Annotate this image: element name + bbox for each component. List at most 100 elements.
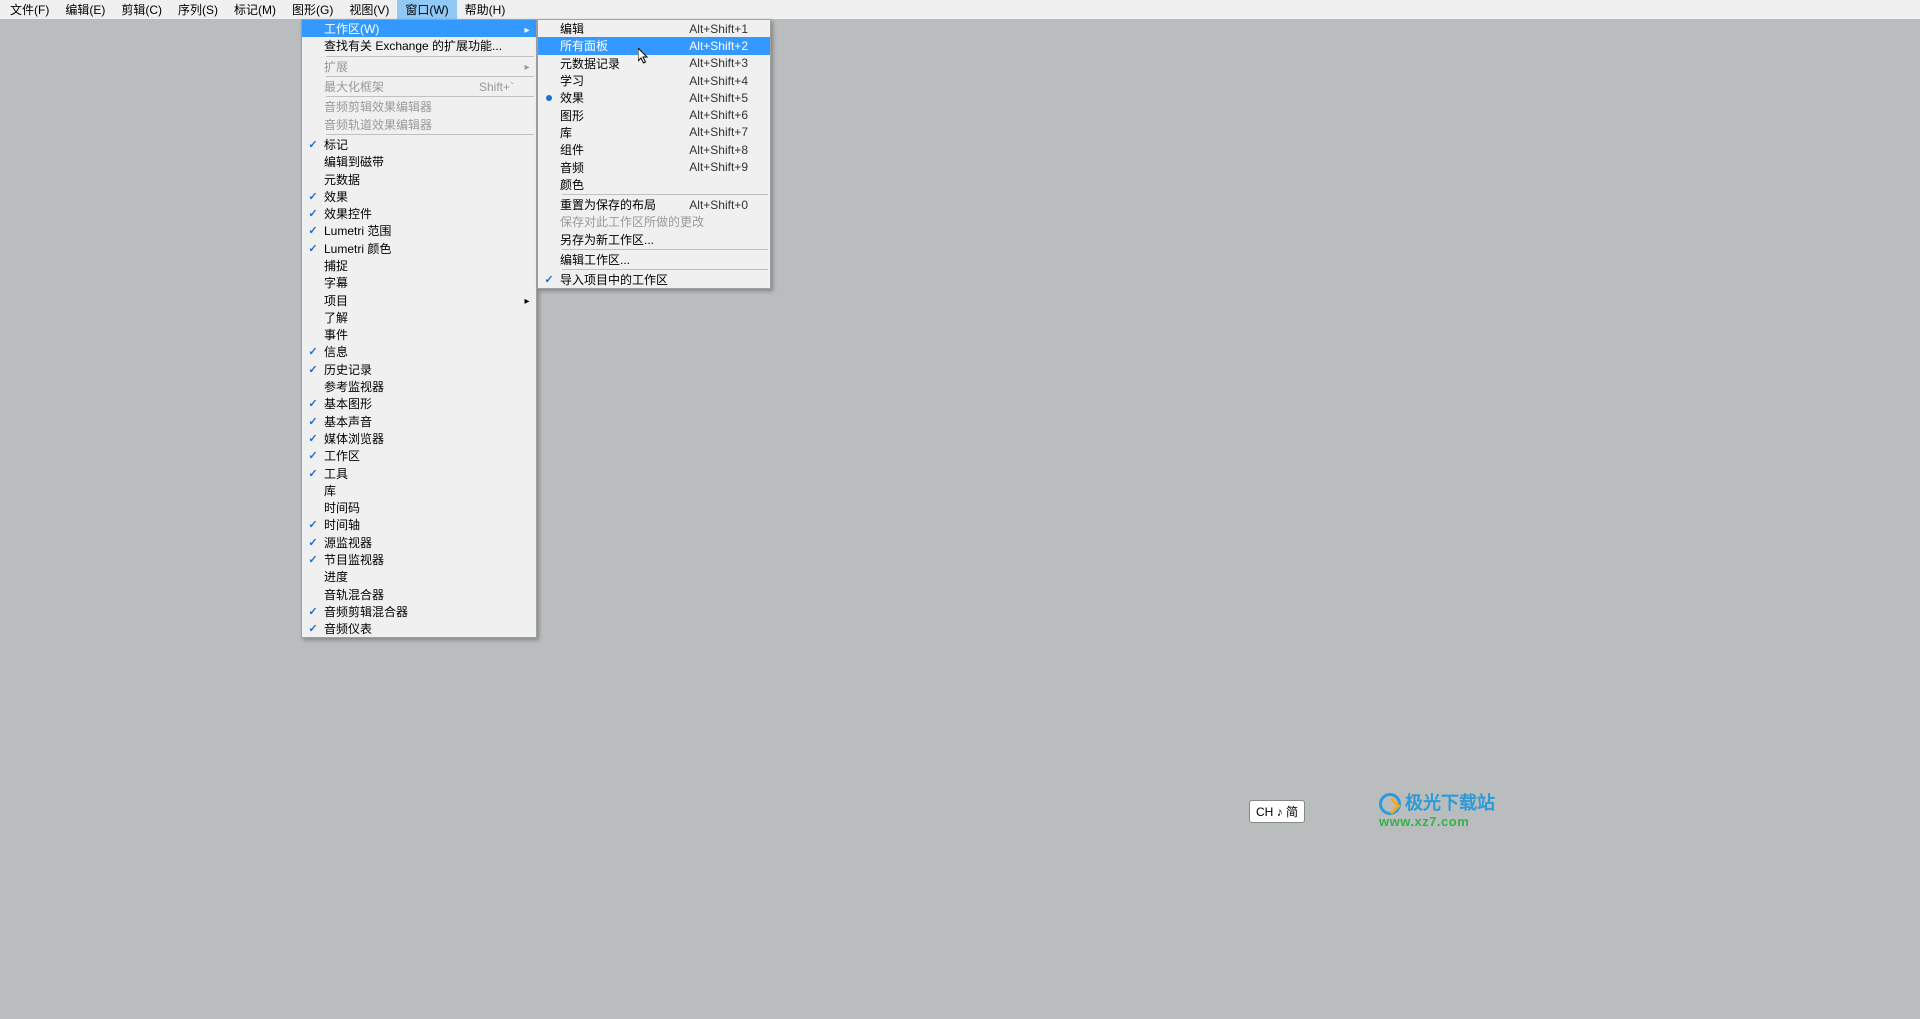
workspace-submenu: 编辑Alt+Shift+1所有面板Alt+Shift+2元数据记录Alt+Shi… xyxy=(537,19,771,289)
window-menu-item[interactable]: Lumetri 颜色 xyxy=(302,240,536,257)
workspace-menu-item[interactable]: 导入项目中的工作区 xyxy=(538,271,770,288)
window-menu-item-label: 工作区 xyxy=(324,447,522,464)
menu-shortcut: Alt+Shift+2 xyxy=(689,39,756,53)
window-menu-item[interactable]: 源监视器 xyxy=(302,534,536,551)
window-menu-item[interactable]: 效果 xyxy=(302,188,536,205)
workspace-menu-item[interactable]: 所有面板Alt+Shift+2 xyxy=(538,37,770,54)
window-menu-item[interactable]: 工作区 xyxy=(302,447,536,464)
workspace-menu-item-label: 库 xyxy=(560,124,689,141)
window-menu-item[interactable]: 事件 xyxy=(302,326,536,343)
workspace-menu-item-label: 保存对此工作区所做的更改 xyxy=(560,213,756,230)
window-menu-separator xyxy=(326,134,534,135)
window-menu-item[interactable]: 捕捉 xyxy=(302,257,536,274)
menu-view[interactable]: 视图(V) xyxy=(341,0,397,20)
window-menu-item-label: Lumetri 颜色 xyxy=(324,240,522,257)
workspace-menu-item[interactable]: 音频Alt+Shift+9 xyxy=(538,158,770,175)
window-menu-item[interactable]: 音频剪辑混合器 xyxy=(302,603,536,620)
menu-sequence[interactable]: 序列(S) xyxy=(170,0,226,20)
window-menu-item[interactable]: Lumetri 范围 xyxy=(302,222,536,239)
window-menu-item[interactable]: 音轨混合器 xyxy=(302,586,536,603)
window-menu-item: 音频剪辑效果编辑器 xyxy=(302,98,536,115)
window-menu-item[interactable]: 媒体浏览器 xyxy=(302,430,536,447)
window-menu-item-label: 音频剪辑混合器 xyxy=(324,603,522,620)
radio-dot-icon xyxy=(538,95,560,101)
window-menu-item[interactable]: 信息 xyxy=(302,343,536,360)
workspace-menu-item-label: 组件 xyxy=(560,141,689,158)
workspace-menu-item[interactable]: 库Alt+Shift+7 xyxy=(538,124,770,141)
workspace-menu-item[interactable]: 图形Alt+Shift+6 xyxy=(538,106,770,123)
window-menu-item[interactable]: 时间码 xyxy=(302,499,536,516)
window-menu-item-label: 信息 xyxy=(324,343,522,360)
workspace-menu-item-label: 所有面板 xyxy=(560,37,689,54)
checkmark-icon xyxy=(302,622,324,635)
workspace-menu-separator xyxy=(562,269,768,270)
workspace-menu-item[interactable]: 编辑工作区... xyxy=(538,251,770,268)
window-menu-item-label: 字幕 xyxy=(324,274,522,291)
window-menu-item-label: 了解 xyxy=(324,309,522,326)
window-menu-item[interactable]: 标记 xyxy=(302,136,536,153)
menu-graphics[interactable]: 图形(G) xyxy=(284,0,341,20)
workspace-menu-item[interactable]: 元数据记录Alt+Shift+3 xyxy=(538,55,770,72)
window-menu-item[interactable]: 参考监视器 xyxy=(302,378,536,395)
window-menu-separator xyxy=(326,76,534,77)
workspace-menu-separator xyxy=(562,249,768,250)
menu-window[interactable]: 窗口(W) xyxy=(397,0,456,20)
checkmark-icon xyxy=(302,415,324,428)
window-menu-item[interactable]: 基本图形 xyxy=(302,395,536,412)
window-menu-item[interactable]: 基本声音 xyxy=(302,413,536,430)
watermark-url: www.xz7.com xyxy=(1379,815,1495,829)
window-menu-item-label: 音频剪辑效果编辑器 xyxy=(324,98,522,115)
workspace-menu-item-label: 图形 xyxy=(560,107,689,124)
window-menu-item-label: 时间轴 xyxy=(324,516,522,533)
window-menu-item[interactable]: 字幕 xyxy=(302,274,536,291)
window-menu-item[interactable]: 库 xyxy=(302,482,536,499)
window-menu-item[interactable]: 了解 xyxy=(302,309,536,326)
menu-markers[interactable]: 标记(M) xyxy=(226,0,284,20)
menu-clip[interactable]: 剪辑(C) xyxy=(113,0,170,20)
window-menu-item[interactable]: 历史记录 xyxy=(302,361,536,378)
workspace-menu-item[interactable]: 学习Alt+Shift+4 xyxy=(538,72,770,89)
window-menu-item[interactable]: 编辑到磁带 xyxy=(302,153,536,170)
window-menu-item-label: 效果控件 xyxy=(324,205,522,222)
checkmark-icon xyxy=(302,605,324,618)
menu-shortcut: Alt+Shift+6 xyxy=(689,108,756,122)
window-menu-item[interactable]: 音频仪表 xyxy=(302,620,536,637)
workspace-menu-item[interactable]: 组件Alt+Shift+8 xyxy=(538,141,770,158)
menu-shortcut: Alt+Shift+0 xyxy=(689,198,756,212)
checkmark-icon xyxy=(302,224,324,237)
window-menu-item[interactable]: 工具 xyxy=(302,464,536,481)
window-menu-item-label: 源监视器 xyxy=(324,534,522,551)
checkmark-icon xyxy=(302,536,324,549)
window-menu-item[interactable]: 项目 xyxy=(302,291,536,308)
window-menu-item-label: 进度 xyxy=(324,568,522,585)
checkmark-icon xyxy=(302,432,324,445)
workspace-menu-item[interactable]: 编辑Alt+Shift+1 xyxy=(538,20,770,37)
menu-edit[interactable]: 编辑(E) xyxy=(57,0,113,20)
window-menu-item[interactable]: 节目监视器 xyxy=(302,551,536,568)
workspace-menu-item[interactable]: 颜色 xyxy=(538,176,770,193)
menu-shortcut: Alt+Shift+9 xyxy=(689,160,756,174)
workspace-menu-item[interactable]: 重置为保存的布局Alt+Shift+0 xyxy=(538,196,770,213)
menu-help[interactable]: 帮助(H) xyxy=(457,0,514,20)
menu-shortcut: Alt+Shift+1 xyxy=(689,22,756,36)
workspace-menu-item-label: 编辑工作区... xyxy=(560,251,756,268)
window-menu-item-label: 效果 xyxy=(324,188,522,205)
menu-file[interactable]: 文件(F) xyxy=(2,0,57,20)
window-menu-item[interactable]: 效果控件 xyxy=(302,205,536,222)
checkmark-icon xyxy=(302,190,324,203)
window-menu-item-label: Lumetri 范围 xyxy=(324,222,522,239)
watermark: 极光下载站 www.xz7.com xyxy=(1379,793,1495,829)
window-menu-item: 音频轨道效果编辑器 xyxy=(302,115,536,132)
window-menu-item[interactable]: 进度 xyxy=(302,568,536,585)
workspace-menu-item[interactable]: 另存为新工作区... xyxy=(538,231,770,248)
workspace-menu-item[interactable]: 效果Alt+Shift+5 xyxy=(538,89,770,106)
menu-shortcut: Alt+Shift+5 xyxy=(689,91,756,105)
window-menu-item[interactable]: 工作区(W) xyxy=(302,20,536,37)
window-menu-item[interactable]: 查找有关 Exchange 的扩展功能... xyxy=(302,37,536,54)
window-menu-item[interactable]: 元数据 xyxy=(302,170,536,187)
ime-indicator[interactable]: CH ♪ 简 xyxy=(1249,800,1305,823)
window-menu-item[interactable]: 时间轴 xyxy=(302,516,536,533)
workspace-menu-item-label: 导入项目中的工作区 xyxy=(560,271,756,288)
checkmark-icon xyxy=(302,553,324,566)
window-menu-item-label: 节目监视器 xyxy=(324,551,522,568)
